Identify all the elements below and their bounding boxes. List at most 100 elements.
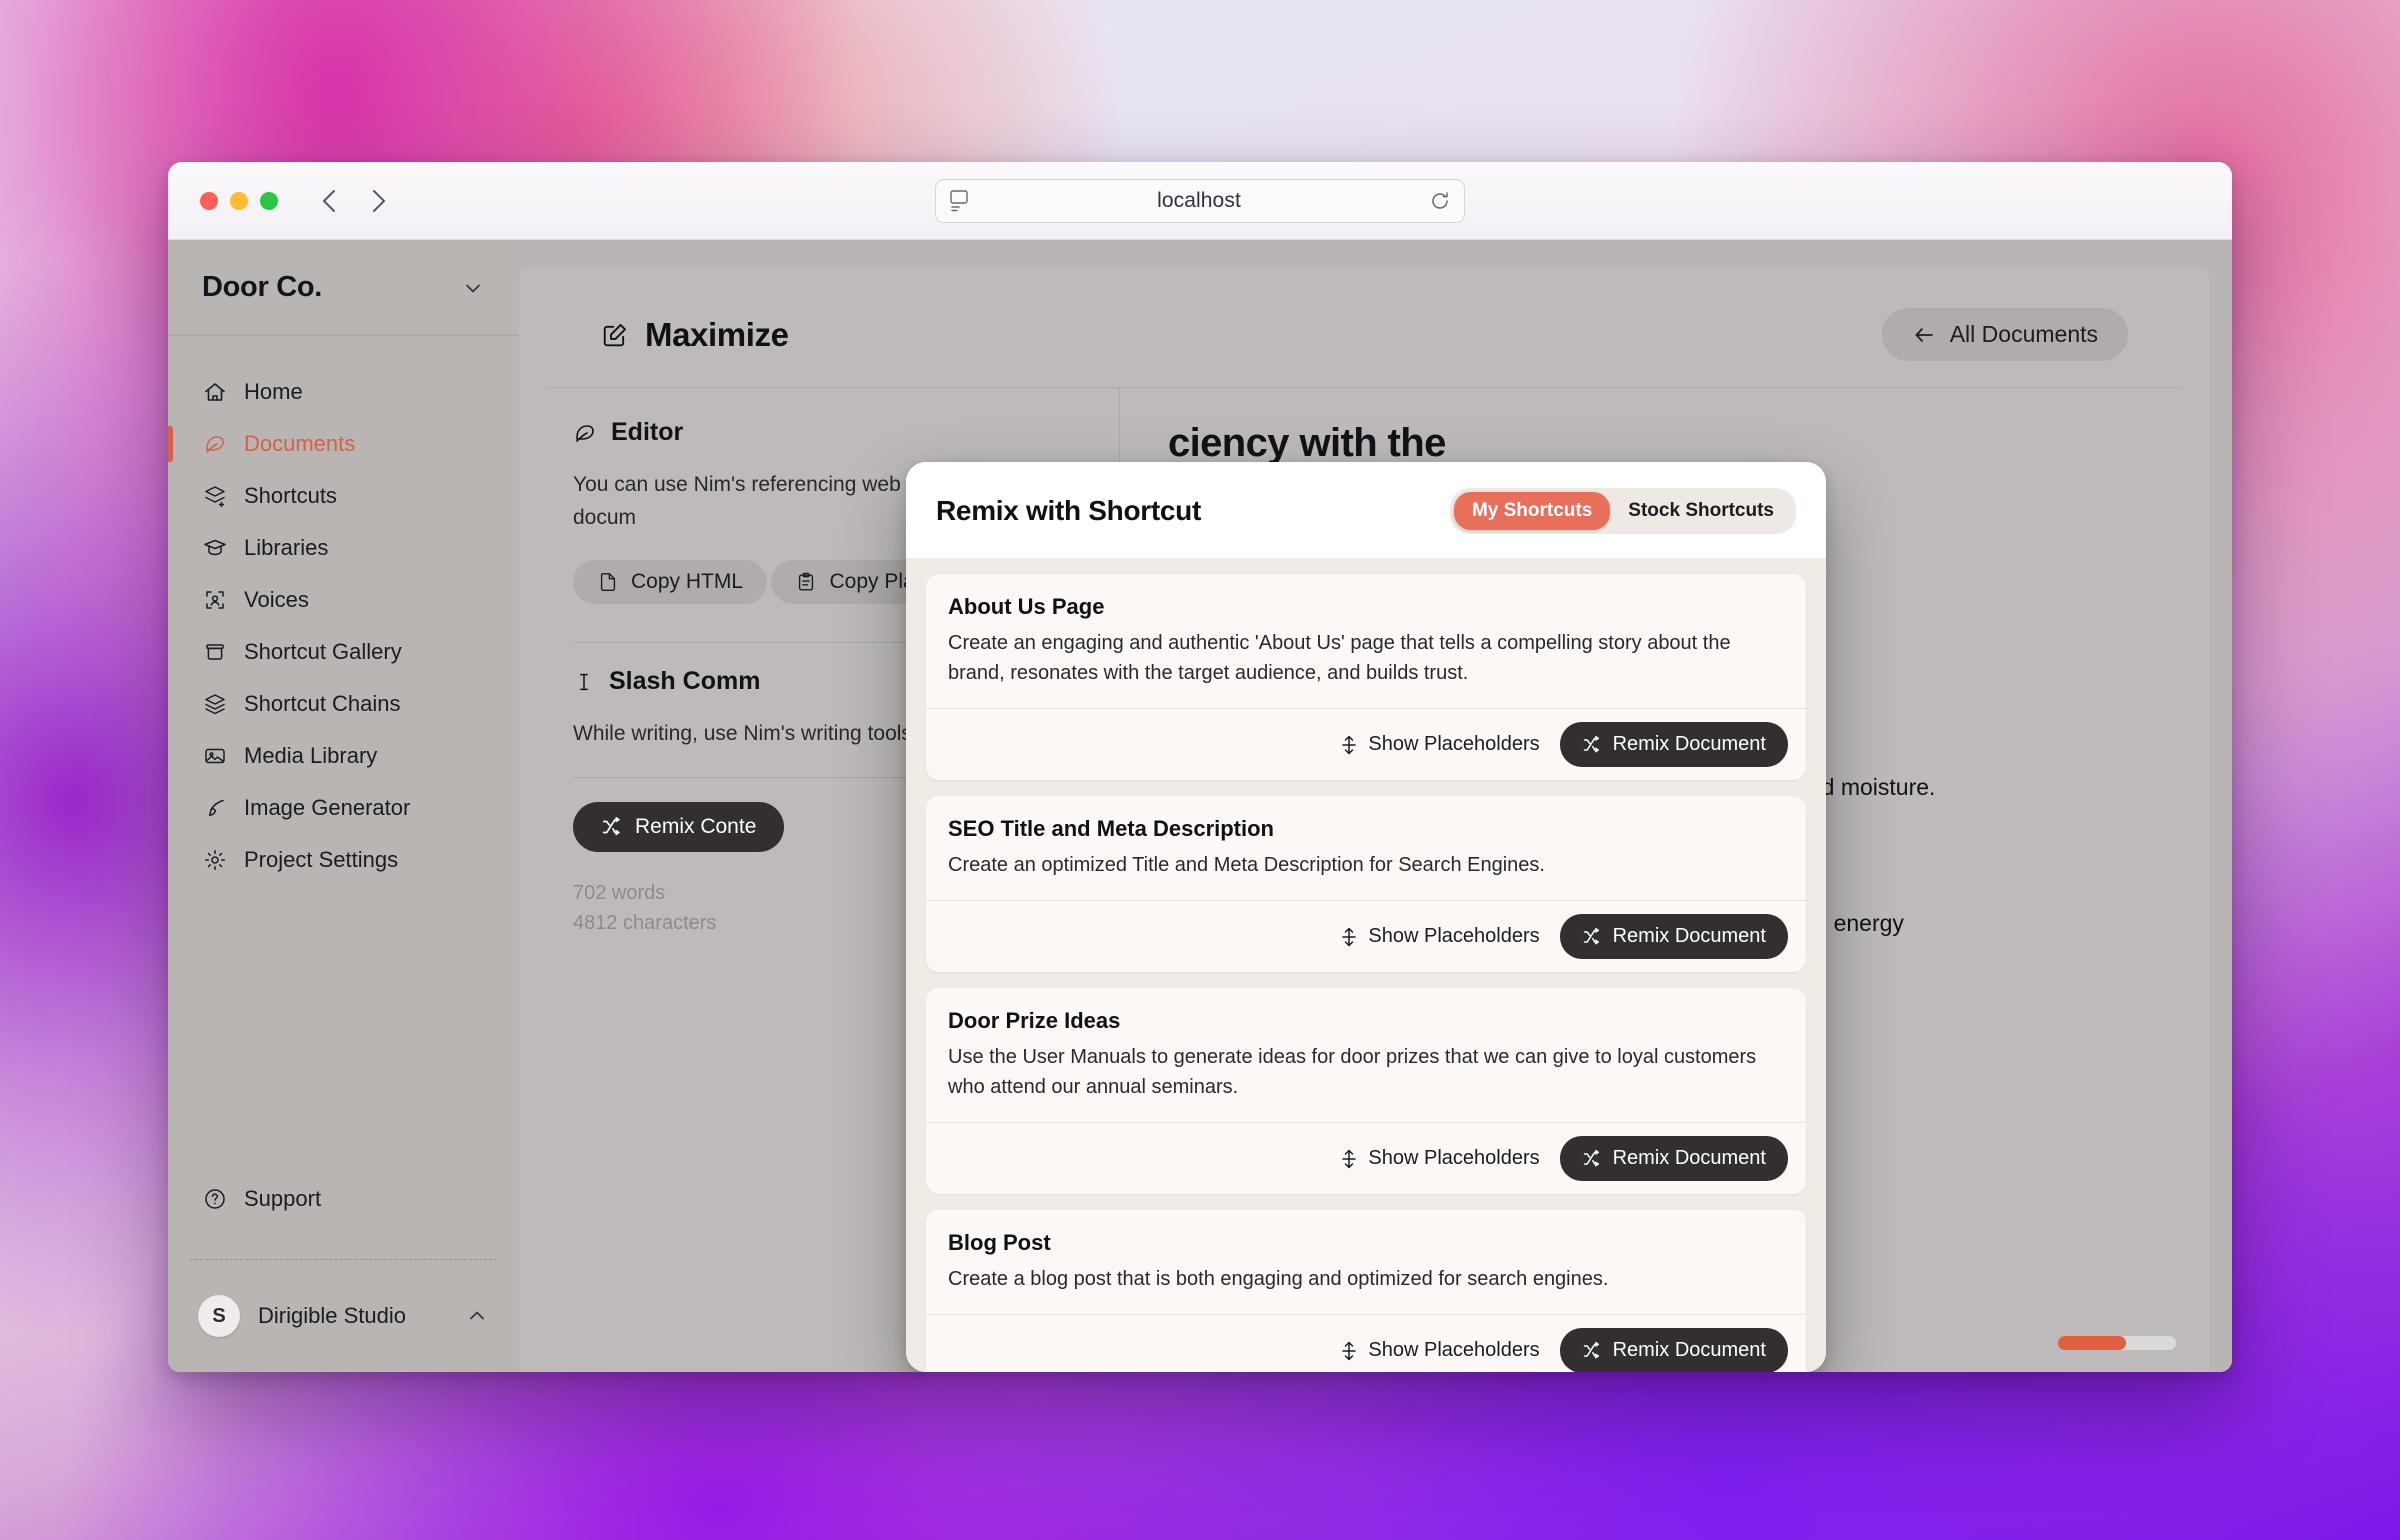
remix-content-label: Remix Conte bbox=[635, 814, 757, 838]
tab-stock-shortcuts[interactable]: Stock Shortcuts bbox=[1610, 492, 1792, 530]
shortcut-card-actions: Show Placeholders Remix Document bbox=[926, 900, 1806, 972]
shortcut-description: Create an engaging and authentic 'About … bbox=[948, 632, 1731, 684]
sidebar-nav: Home Documents Shortcuts Libraries Voice… bbox=[168, 336, 519, 1173]
arrows-vertical-icon bbox=[1340, 1149, 1358, 1169]
shortcut-description: Create a blog post that is both engaging… bbox=[948, 1268, 1609, 1290]
reload-icon[interactable] bbox=[1430, 190, 1450, 212]
clipboard-icon bbox=[795, 571, 817, 593]
sidebar-item-home[interactable]: Home bbox=[168, 366, 519, 418]
address-bar[interactable]: localhost bbox=[935, 178, 1465, 223]
shuffle-icon bbox=[1582, 1149, 1602, 1169]
question-circle-icon bbox=[202, 1186, 228, 1212]
sidebar-item-voices[interactable]: Voices bbox=[168, 574, 519, 626]
shuffle-icon bbox=[601, 816, 623, 838]
sidebar-item-label: Shortcut Chains bbox=[244, 691, 401, 716]
remix-document-button[interactable]: Remix Document bbox=[1559, 1136, 1788, 1181]
all-documents-button[interactable]: All Documents bbox=[1881, 308, 2128, 361]
window-traffic-lights[interactable] bbox=[200, 191, 278, 210]
shortcut-card[interactable]: About Us Page Create an engaging and aut… bbox=[926, 574, 1806, 780]
document-pen-icon bbox=[202, 431, 228, 457]
chevron-up-icon[interactable] bbox=[465, 1304, 489, 1328]
copy-html-button[interactable]: Copy HTML bbox=[573, 560, 768, 605]
chevron-left-icon[interactable] bbox=[318, 186, 340, 216]
shuffle-icon bbox=[1582, 927, 1602, 947]
shuffle-icon bbox=[1582, 1341, 1602, 1361]
minimize-window-button[interactable] bbox=[230, 191, 248, 210]
arrows-vertical-icon bbox=[1340, 1341, 1358, 1361]
sidebar-item-support[interactable]: Support bbox=[168, 1173, 519, 1225]
sidebar-item-label: Media Library bbox=[244, 743, 378, 768]
sidebar: Door Co. Home Documents Shortcuts Librar… bbox=[168, 240, 519, 1372]
remix-document-label: Remix Document bbox=[1612, 1147, 1766, 1169]
browser-toolbar: localhost bbox=[168, 162, 2232, 240]
image-icon bbox=[202, 743, 228, 769]
remix-document-label: Remix Document bbox=[1612, 925, 1766, 947]
scroll-progress-indicator[interactable] bbox=[2058, 1336, 2176, 1350]
dialog-title: Remix with Shortcut bbox=[936, 495, 1201, 526]
avatar: S bbox=[198, 1295, 240, 1337]
shortcut-card-content: Blog Post Create a blog post that is bot… bbox=[926, 1210, 1806, 1314]
show-placeholders-button[interactable]: Show Placeholders bbox=[1340, 733, 1540, 756]
edit-square-icon bbox=[601, 321, 629, 349]
shortcut-card[interactable]: SEO Title and Meta Description Create an… bbox=[926, 796, 1806, 972]
archive-box-icon bbox=[202, 639, 228, 665]
graduation-cap-icon bbox=[202, 535, 228, 561]
sidebar-item-shortcut-chains[interactable]: Shortcut Chains bbox=[168, 678, 519, 730]
shortcut-source-toggle: My Shortcuts Stock Shortcuts bbox=[1449, 488, 1796, 534]
show-placeholders-label: Show Placeholders bbox=[1368, 733, 1540, 755]
workspace-name: Door Co. bbox=[202, 271, 323, 303]
maximize-window-button[interactable] bbox=[260, 191, 278, 210]
shortcut-card[interactable]: Door Prize Ideas Use the User Manuals to… bbox=[926, 988, 1806, 1194]
show-placeholders-button[interactable]: Show Placeholders bbox=[1340, 1339, 1540, 1362]
editor-heading-label: Editor bbox=[611, 418, 684, 446]
workspace-switcher[interactable]: Door Co. bbox=[168, 240, 519, 336]
shortcut-card-actions: Show Placeholders Remix Document bbox=[926, 1314, 1806, 1372]
sidebar-item-label: Shortcuts bbox=[244, 483, 337, 508]
show-placeholders-button[interactable]: Show Placeholders bbox=[1340, 925, 1540, 948]
sidebar-item-label: Project Settings bbox=[244, 847, 399, 872]
sidebar-toggle-icon[interactable] bbox=[950, 189, 968, 212]
page-title: Maximize bbox=[601, 316, 1882, 354]
document-title-text: Maximize bbox=[645, 315, 789, 353]
sidebar-item-label: Libraries bbox=[244, 535, 329, 560]
show-placeholders-label: Show Placeholders bbox=[1368, 925, 1540, 947]
html-file-icon bbox=[597, 571, 619, 593]
slash-commands-label: Slash Comm bbox=[609, 667, 761, 696]
remix-document-button[interactable]: Remix Document bbox=[1559, 722, 1788, 767]
remix-document-label: Remix Document bbox=[1612, 1339, 1766, 1361]
document-header: Maximize All Documents bbox=[547, 266, 2182, 388]
show-placeholders-button[interactable]: Show Placeholders bbox=[1340, 1147, 1540, 1170]
remix-document-button[interactable]: Remix Document bbox=[1559, 914, 1788, 959]
sidebar-item-label: Shortcut Gallery bbox=[244, 639, 402, 664]
shortcut-card-actions: Show Placeholders Remix Document bbox=[926, 708, 1806, 780]
sidebar-item-media-library[interactable]: Media Library bbox=[168, 730, 519, 782]
arrows-vertical-icon bbox=[1340, 927, 1358, 947]
copy-html-label: Copy HTML bbox=[631, 570, 744, 594]
sidebar-item-label: Documents bbox=[244, 431, 356, 456]
chevron-right-icon[interactable] bbox=[368, 186, 390, 216]
sidebar-item-libraries[interactable]: Libraries bbox=[168, 522, 519, 574]
sidebar-item-documents[interactable]: Documents bbox=[168, 418, 519, 470]
person-frame-icon bbox=[202, 587, 228, 613]
url-text: localhost bbox=[1157, 188, 1241, 212]
layers-icon bbox=[202, 691, 228, 717]
sidebar-item-label: Voices bbox=[244, 587, 309, 612]
close-window-button[interactable] bbox=[200, 191, 218, 210]
sidebar-item-shortcut-gallery[interactable]: Shortcut Gallery bbox=[168, 626, 519, 678]
sidebar-item-shortcuts[interactable]: Shortcuts bbox=[168, 470, 519, 522]
remix-content-button[interactable]: Remix Conte bbox=[573, 801, 785, 852]
remix-with-shortcut-dialog: Remix with Shortcut My Shortcuts Stock S… bbox=[906, 462, 1826, 1372]
show-placeholders-label: Show Placeholders bbox=[1368, 1339, 1540, 1361]
arrows-vertical-icon bbox=[1340, 735, 1358, 755]
sidebar-item-project-settings[interactable]: Project Settings bbox=[168, 834, 519, 886]
shortcut-card[interactable]: Blog Post Create a blog post that is bot… bbox=[926, 1210, 1806, 1372]
chevron-down-icon[interactable] bbox=[461, 276, 485, 300]
workspace-account-row[interactable]: S Dirigible Studio bbox=[168, 1260, 519, 1372]
shortcut-list[interactable]: About Us Page Create an engaging and aut… bbox=[906, 558, 1826, 1372]
shortcut-title: Blog Post bbox=[948, 1230, 1051, 1255]
remix-document-button[interactable]: Remix Document bbox=[1559, 1328, 1788, 1372]
tab-my-shortcuts[interactable]: My Shortcuts bbox=[1453, 492, 1611, 530]
shortcut-title: About Us Page bbox=[948, 594, 1105, 619]
arrow-left-icon bbox=[1912, 324, 1936, 346]
sidebar-item-image-generator[interactable]: Image Generator bbox=[168, 782, 519, 834]
